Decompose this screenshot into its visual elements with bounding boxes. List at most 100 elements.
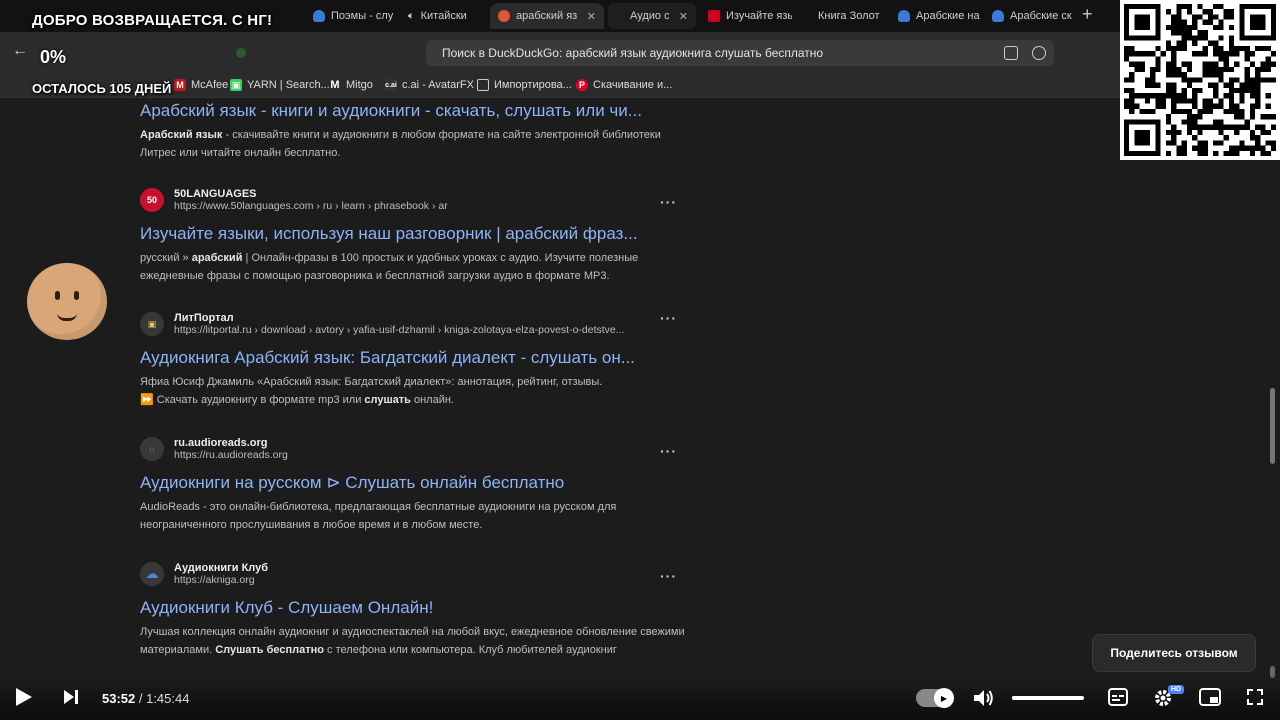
result-snippet: Лучшая коллекция онлайн аудиокниг и ауди… — [140, 626, 685, 656]
site-url: https://litportal.ru › download › avtory… — [174, 324, 625, 336]
search-result: Арабский язык - книги и аудиокниги - ска… — [140, 98, 685, 162]
bookmark-label: YARN | Search... — [247, 79, 330, 91]
more-options-icon[interactable]: ··· — [660, 194, 677, 210]
tab[interactable]: 🔈︎ Китайски — [400, 3, 490, 29]
site-url: https://akniga.org — [174, 574, 255, 586]
autoplay-toggle[interactable]: ▶ — [916, 688, 954, 708]
volume-slider-fill — [1012, 696, 1074, 700]
site-name: Аудиокниги Клуб — [174, 562, 269, 574]
tab[interactable]: Поэмы - слу — [305, 3, 395, 29]
avatar-mouth — [57, 313, 77, 321]
red-icon — [708, 10, 720, 22]
result-snippet: Яфиа Юсиф Джамиль «Арабский язык: Багдат… — [140, 376, 603, 406]
mcafee-icon: M — [174, 79, 186, 91]
tab-label: Арабские на — [916, 10, 980, 22]
extension-icon[interactable] — [236, 48, 246, 58]
avatar-eye — [74, 291, 79, 300]
result-title-link[interactable]: Изучайте языки, используя наш разговорни… — [140, 224, 685, 244]
scrollbar-thumb[interactable] — [1270, 388, 1275, 464]
qr-code-image — [1124, 4, 1276, 156]
site-url: https://www.50languages.com › ru › learn… — [174, 200, 448, 212]
result-title-link[interactable]: Аудиокниги Клуб - Слушаем Онлайн! — [140, 598, 685, 618]
scrollbar-bottom[interactable] — [1270, 666, 1275, 678]
cloud-icon — [313, 10, 325, 22]
duckduckgo-icon — [498, 10, 510, 22]
subtitles-icon[interactable] — [1108, 688, 1128, 706]
site-name: ru.audioreads.org — [174, 437, 268, 449]
navigation-bar: ← Поиск в DuckDuckGo: арабский язык ауди… — [0, 32, 1120, 74]
bookmark-label: McAfee — [191, 79, 229, 91]
fullscreen-icon[interactable] — [1246, 688, 1264, 706]
address-bar[interactable]: Поиск в DuckDuckGo: арабский язык аудиок… — [426, 40, 1054, 66]
back-arrow-icon[interactable]: ← — [12, 42, 28, 60]
tab-active[interactable]: арабский язы ✕ — [490, 3, 604, 29]
site-favicon-icon: 50 — [140, 188, 164, 212]
chat-icon[interactable] — [1032, 46, 1046, 60]
duration: 1:45:44 — [146, 691, 190, 706]
pinterest-icon: P — [576, 79, 588, 91]
headphones-icon: ∩ — [140, 437, 164, 461]
share-icon[interactable] — [1004, 46, 1018, 60]
progress-percent: 0% — [40, 47, 67, 67]
play-icon[interactable] — [16, 688, 32, 706]
tab-label: Арабские ск — [1010, 10, 1072, 22]
bookmark[interactable]: c.ai c.ai - AvatarFX — [385, 79, 474, 91]
site-name: 50LANGUAGES — [174, 188, 257, 200]
tab-label: Поэмы - слу — [331, 10, 394, 22]
result-title-link[interactable]: Арабский язык - книги и аудиокниги - ска… — [140, 101, 685, 121]
hd-badge: HD — [1168, 685, 1185, 694]
cloud-icon — [898, 10, 910, 22]
streamer-avatar — [27, 263, 107, 340]
result-snippet: русский » арабский | Онлайн-фразы в 100 … — [140, 252, 639, 282]
next-icon[interactable] — [64, 689, 78, 705]
welcome-banner: ДОБРО ВОЗВРАЩАЕТСЯ. С НГ! — [32, 12, 273, 29]
tab[interactable]: Изучайте язы — [700, 3, 792, 29]
days-left-banner: ОСТАЛОСЬ 105 ДНЕЙ — [32, 81, 172, 96]
tab[interactable]: Арабские ск — [984, 3, 1076, 29]
bookmark-folder[interactable]: Импортирова... — [477, 79, 572, 91]
time-separator: / — [135, 691, 147, 706]
close-tab-icon[interactable]: ✕ — [587, 10, 596, 23]
search-result: ☁ Аудиокниги Клуб https://akniga.org ···… — [140, 560, 685, 659]
site-favicon-icon: ▣ — [140, 312, 164, 336]
bookmark[interactable]: P Скачивание и... — [576, 79, 672, 91]
autoplay-play-icon: ▶ — [934, 688, 954, 708]
tab[interactable]: Книга Золот — [810, 3, 894, 29]
tab[interactable]: Аудио ск ✕ — [608, 3, 696, 29]
bookmark[interactable]: M McAfee — [174, 79, 228, 91]
address-bar-text: Поиск в DuckDuckGo: арабский язык аудиок… — [442, 46, 824, 60]
site-name: ЛитПортал — [174, 312, 234, 324]
volume-icon[interactable] — [972, 688, 994, 708]
tab[interactable]: Арабские на — [890, 3, 980, 29]
search-result: 50 50LANGUAGES https://www.50languages.c… — [140, 186, 685, 285]
site-url: https://ru.audioreads.org — [174, 449, 288, 461]
new-tab-icon[interactable]: + — [1082, 4, 1093, 25]
result-source[interactable]: ☁ Аудиокниги Клуб https://akniga.org — [140, 560, 685, 588]
bookmark-label: Скачивание и... — [593, 79, 673, 91]
bookmark[interactable]: ▣ YARN | Search... — [230, 79, 330, 91]
more-options-icon[interactable]: ··· — [660, 310, 677, 326]
more-options-icon[interactable]: ··· — [660, 443, 677, 459]
result-title-link[interactable]: Аудиокнига Арабский язык: Багдатский диа… — [140, 348, 685, 368]
yarn-icon: ▣ — [230, 79, 242, 91]
result-source[interactable]: ∩ ru.audioreads.org https://ru.audioread… — [140, 435, 685, 463]
tab-label: арабский язы — [516, 10, 577, 22]
avatar-eye — [55, 291, 60, 300]
screen: Поэмы - слу 🔈︎ Китайски арабский язы ✕ А… — [0, 0, 1280, 720]
more-options-icon[interactable]: ··· — [660, 568, 677, 584]
cai-icon: c.ai — [385, 79, 397, 91]
close-tab-icon[interactable]: ✕ — [679, 10, 688, 23]
qr-code — [1120, 0, 1280, 160]
bookmark[interactable]: M Mitgo — [329, 79, 373, 91]
result-title-link[interactable]: Аудиокниги на русском ⊳ Слушать онлайн б… — [140, 473, 685, 493]
feedback-button[interactable]: Поделитесь отзывом — [1092, 634, 1256, 672]
miniplayer-icon[interactable] — [1199, 688, 1221, 706]
result-source[interactable]: 50 50LANGUAGES https://www.50languages.c… — [140, 186, 685, 214]
result-snippet: AudioReads - это онлайн-библиотека, пред… — [140, 501, 617, 531]
tab-label: Изучайте язы — [726, 10, 792, 22]
bookmark-label: Импортирова... — [494, 79, 572, 91]
result-snippet: Арабский язык - скачивайте книги и аудио… — [140, 129, 661, 159]
tab-label: Аудио ск — [630, 10, 669, 22]
result-source[interactable]: ▣ ЛитПортал https://litportal.ru › downl… — [140, 310, 685, 338]
volume-slider[interactable] — [1012, 696, 1084, 700]
